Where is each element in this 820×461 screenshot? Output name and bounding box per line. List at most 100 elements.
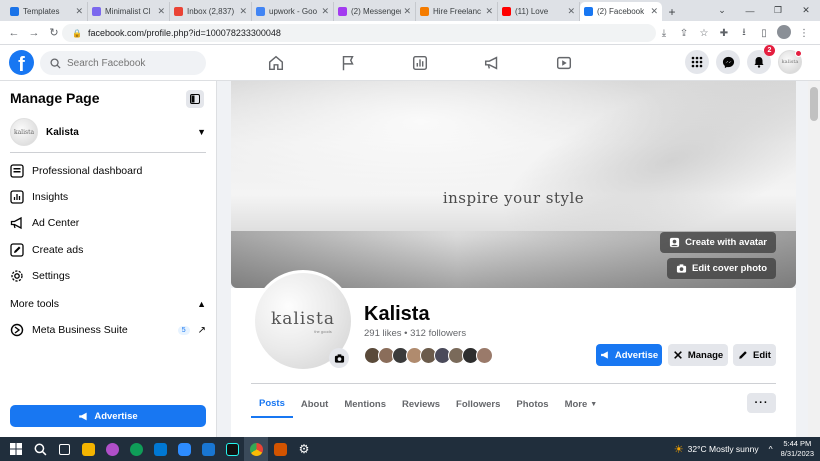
sidebar-item-ad-center[interactable]: Ad Center	[8, 212, 206, 234]
sidebar-item-settings[interactable]: Settings	[8, 265, 206, 287]
taskbar-app[interactable]	[124, 437, 148, 461]
megaphone-icon	[8, 214, 26, 232]
maximize-button[interactable]: ❐	[764, 0, 792, 21]
browser-tab[interactable]: Hire Freelanc ✕	[416, 2, 498, 21]
sun-icon: ☀	[673, 443, 684, 456]
edit-button[interactable]: Edit	[733, 344, 776, 366]
task-view-icon	[58, 443, 70, 455]
sidebar-item-insights[interactable]: Insights	[8, 186, 206, 208]
follower-avatars[interactable]	[364, 347, 493, 364]
tab-photos[interactable]: Photos	[508, 390, 556, 418]
account-avatar[interactable]: kalista	[778, 50, 802, 74]
sidebar-item-professional-dashboard[interactable]: Professional dashboard	[8, 160, 206, 182]
page-switcher[interactable]: kalista Kalista ▼	[10, 116, 206, 148]
clock[interactable]: 5:44 PM 8/31/2023	[781, 439, 814, 459]
edit-cover-photo-button[interactable]: Edit cover photo	[667, 258, 776, 279]
page-scrollbar[interactable]	[808, 81, 820, 437]
nav-insights[interactable]	[384, 45, 456, 81]
download-icon[interactable]: ⭳	[734, 25, 754, 42]
search-box[interactable]	[40, 51, 206, 75]
star-icon[interactable]: ☆	[694, 28, 714, 39]
task-view-button[interactable]	[52, 437, 76, 461]
tab-followers[interactable]: Followers	[448, 390, 508, 418]
close-tab-icon[interactable]: ✕	[321, 6, 329, 17]
browser-tab[interactable]: (2) Facebook ✕	[580, 2, 662, 21]
extensions-icon[interactable]: ✚	[714, 28, 734, 39]
tray-chevron-icon[interactable]: ^	[769, 444, 773, 454]
more-options-button[interactable]: ···	[747, 393, 776, 413]
advertise-button[interactable]: Advertise	[596, 344, 662, 366]
tab-about[interactable]: About	[293, 390, 336, 418]
forward-button[interactable]: →	[24, 27, 44, 39]
nav-home[interactable]	[240, 45, 312, 81]
sidebar-item-create-ads[interactable]: Create ads	[8, 239, 206, 261]
close-tab-icon[interactable]: ✕	[650, 6, 658, 17]
sidebar-item-meta-business-suite[interactable]: Meta Business Suite 5 ↗	[8, 319, 206, 341]
create-with-avatar-button[interactable]: Create with avatar	[660, 232, 776, 253]
taskbar-app[interactable]	[220, 437, 244, 461]
tab-reviews[interactable]: Reviews	[394, 390, 448, 418]
menu-icon[interactable]: ⋮	[794, 28, 814, 39]
close-tab-icon[interactable]: ✕	[403, 6, 411, 17]
browser-tab[interactable]: (2) Messenger ✕	[334, 2, 416, 21]
camera-icon	[676, 264, 687, 273]
taskbar-app[interactable]	[148, 437, 172, 461]
nav-pages[interactable]	[312, 45, 384, 81]
start-button[interactable]	[4, 437, 28, 461]
browser-tab[interactable]: upwork - Goo ✕	[252, 2, 334, 21]
notifications-button[interactable]: 2	[747, 45, 775, 74]
sidebar-advertise-button[interactable]: Advertise	[10, 405, 206, 427]
minimize-button[interactable]: —	[736, 0, 764, 21]
side-panel-icon[interactable]: ▯	[754, 28, 774, 39]
close-tab-icon[interactable]: ✕	[157, 6, 165, 17]
tab-posts[interactable]: Posts	[251, 390, 293, 418]
edit-label: Edit	[753, 349, 771, 361]
taskbar-app-chrome[interactable]	[244, 437, 268, 461]
profile-avatar[interactable]	[774, 24, 794, 42]
more-tools-header[interactable]: More tools ▲	[10, 298, 206, 310]
new-tab-button[interactable]: +	[662, 2, 682, 21]
browser-tab[interactable]: Minimalist Cl ✕	[88, 2, 170, 21]
browser-tab[interactable]: Templates ✕	[6, 2, 88, 21]
reload-button[interactable]: ↻	[44, 26, 64, 39]
facebook-logo[interactable]: f	[9, 50, 34, 75]
facebook-header: f 2 kalista	[0, 45, 820, 81]
install-icon[interactable]: ⤓	[654, 28, 674, 39]
taskbar-app[interactable]	[196, 437, 220, 461]
close-tab-icon[interactable]: ✕	[75, 6, 83, 17]
close-window-button[interactable]: ✕	[792, 0, 820, 21]
favicon-icon	[10, 7, 19, 16]
share-icon[interactable]: ⇪	[674, 28, 694, 39]
tab-mentions[interactable]: Mentions	[336, 390, 394, 418]
collapse-sidebar-button[interactable]	[186, 90, 204, 108]
page-stats[interactable]: 291 likes • 312 followers	[364, 328, 466, 339]
taskbar-search[interactable]	[28, 437, 52, 461]
scrollbar-thumb[interactable]	[810, 87, 818, 121]
browser-tab[interactable]: Inbox (2,837) ✕	[170, 2, 252, 21]
browser-tab[interactable]: (11) Love ✕	[498, 2, 580, 21]
tab-more[interactable]: More ▼	[557, 390, 606, 418]
taskbar-app[interactable]	[100, 437, 124, 461]
cover-photo: inspire your style Create with avatar Ed…	[231, 81, 796, 288]
app-icon	[105, 442, 119, 456]
close-tab-icon[interactable]: ✕	[567, 6, 575, 17]
search-input[interactable]	[67, 57, 197, 69]
chevron-down-icon[interactable]: ⌄	[708, 0, 736, 21]
url-field[interactable]: 🔒 facebook.com/profile.php?id=1000782333…	[62, 24, 656, 42]
tab-title: Templates	[23, 7, 60, 16]
taskbar-app[interactable]	[76, 437, 100, 461]
taskbar-settings[interactable]: ⚙	[292, 437, 316, 461]
taskbar-app[interactable]	[268, 437, 292, 461]
weather-text[interactable]: 32°C Mostly sunny	[688, 444, 759, 454]
back-button[interactable]: ←	[4, 27, 24, 39]
close-tab-icon[interactable]: ✕	[239, 6, 247, 17]
nav-ads[interactable]	[456, 45, 528, 81]
menu-button[interactable]	[685, 50, 709, 74]
manage-button[interactable]: Manage	[668, 344, 728, 366]
nav-video[interactable]	[528, 45, 600, 81]
close-tab-icon[interactable]: ✕	[485, 6, 493, 17]
taskbar-app[interactable]	[172, 437, 196, 461]
gear-icon	[8, 267, 26, 285]
update-profile-picture-button[interactable]	[329, 348, 349, 368]
messenger-button[interactable]	[716, 50, 740, 74]
